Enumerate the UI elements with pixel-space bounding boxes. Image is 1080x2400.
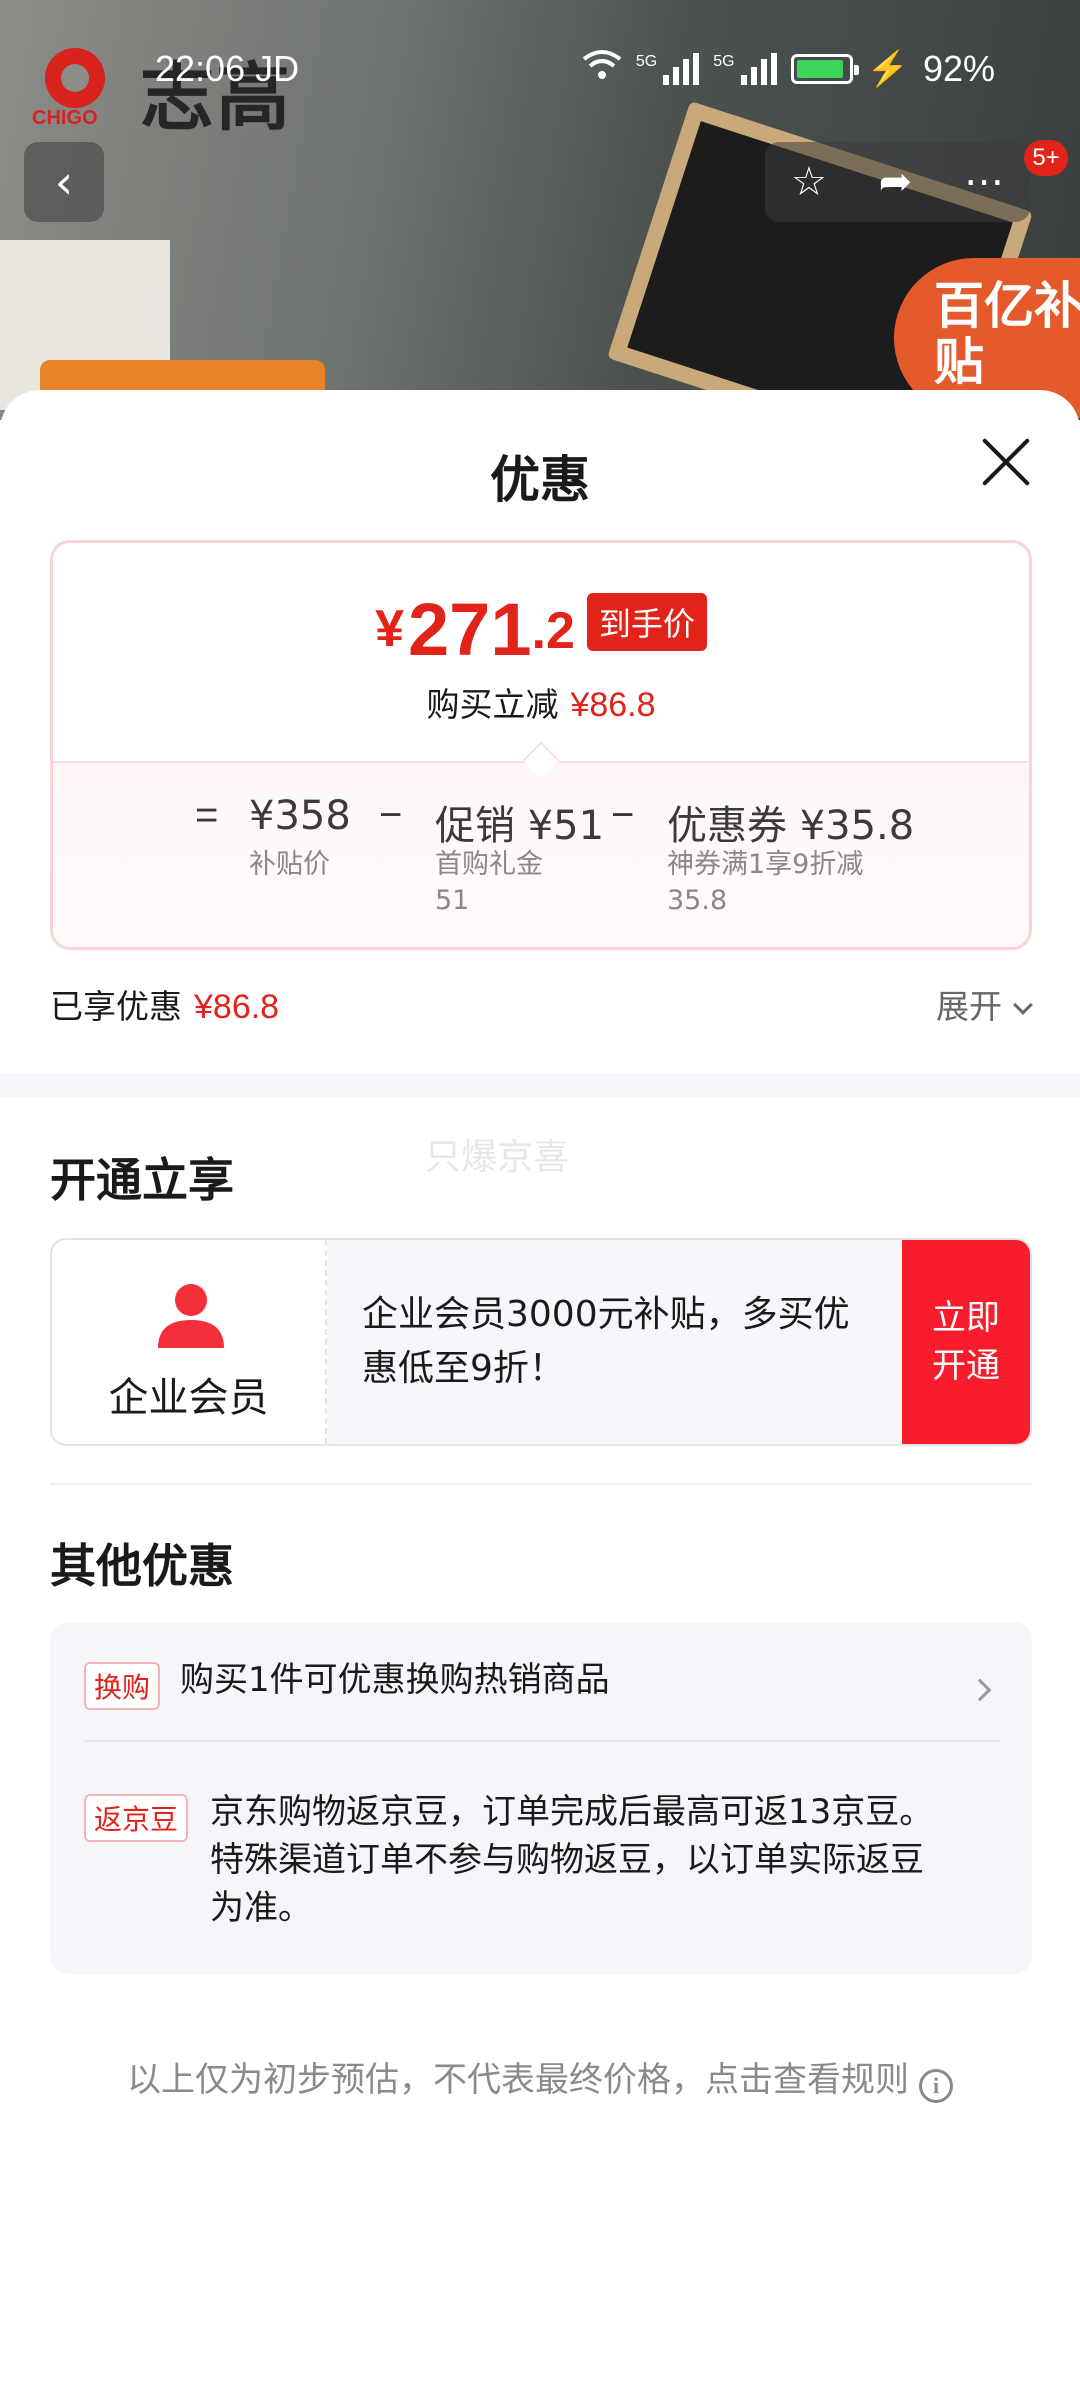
promo-value: 促销 ¥51: [435, 803, 605, 849]
list-item-jingdou: 返京豆 京东购物返京豆，订单完成后最高可返13京豆。特殊渠道订单不参与购物返豆，…: [50, 1742, 1032, 1972]
equals-sign: =: [195, 793, 219, 837]
more-icon[interactable]: ⋯: [964, 159, 1004, 205]
exchange-text: 购买1件可优惠换购热销商品: [180, 1660, 610, 1700]
exchange-badge: 换购: [84, 1662, 161, 1710]
back-button[interactable]: ‹: [24, 142, 104, 222]
wifi-icon: [582, 48, 622, 90]
other-discounts-list: 换购 购买1件可优惠换购热销商品 返京豆 京东购物返京豆，订单完成后最高可返13…: [50, 1622, 1032, 1974]
chevron-right-icon: [968, 1678, 992, 1702]
jingdou-badge: 返京豆: [84, 1794, 189, 1842]
minus-sign: −: [379, 793, 403, 837]
sheet-title: 优惠: [490, 451, 590, 509]
battery-icon: [790, 54, 859, 84]
top-actions: ☆ ➦ ⋯: [765, 142, 1030, 222]
discount-sheet: 优惠 ¥ 271 .2 到手价 购买立减 ¥86.8 = ¥358 补贴价 − 促…: [0, 390, 1080, 2400]
info-icon[interactable]: i: [919, 2069, 953, 2103]
battery-percent: 92%: [922, 48, 995, 89]
final-price-area: ¥ 271 .2 到手价 购买立减 ¥86.8: [53, 543, 1029, 761]
person-icon: [158, 1284, 224, 1348]
price-breakdown: = ¥358 补贴价 − 促销 ¥51 首购礼金 51 − 优惠券 ¥35.8 神…: [53, 761, 1029, 947]
share-icon[interactable]: ➦: [879, 159, 913, 205]
final-price-tag: 到手价: [586, 593, 707, 651]
expand-button[interactable]: 展开: [936, 980, 1033, 1028]
signal-1-icon: 5G: [636, 53, 700, 85]
chevron-down-icon: [1013, 995, 1033, 1015]
member-badge: 企业会员: [52, 1240, 327, 1444]
price-card: ¥ 271 .2 到手价 购买立减 ¥86.8 = ¥358 补贴价 − 促销 ¥…: [50, 540, 1032, 950]
final-price: ¥ 271 .2 到手价: [53, 593, 1029, 667]
instant-reduce: 购买立减 ¥86.8: [426, 685, 656, 724]
jingdou-text: 京东购物返京豆，订单完成后最高可返13京豆。特殊渠道订单不参与购物返豆，以订单实…: [210, 1792, 934, 1928]
open-section-title: 开通立享: [50, 1153, 234, 1207]
watermark: 只爆京喜: [425, 1137, 570, 1178]
cart-count-badge: 5+: [1024, 140, 1068, 176]
divider: [50, 1483, 1032, 1485]
section-divider: [0, 1074, 1080, 1098]
other-section-title: 其他优惠: [50, 1539, 234, 1593]
enterprise-member-card[interactable]: 企业会员 企业会员3000元补贴，多买优惠低至9折！ 立即 开通: [50, 1238, 1032, 1446]
coupon-value: 优惠券 ¥35.8: [667, 803, 915, 849]
promo-label: 首购礼金 51: [435, 849, 543, 916]
base-price-label: 补贴价: [249, 849, 330, 880]
enjoyed-discount: 已享优惠 ¥86.8: [50, 987, 280, 1026]
status-time: 22:06 JD: [155, 48, 300, 89]
status-indicators: 5G 5G ⚡ 92%: [582, 48, 995, 90]
list-item-exchange[interactable]: 换购 购买1件可优惠换购热销商品: [50, 1622, 1032, 1740]
favorite-star-icon[interactable]: ☆: [791, 159, 827, 205]
coupon-label: 神券满1享9折减 35.8: [667, 849, 864, 916]
base-price-value: ¥358: [249, 793, 351, 839]
charging-icon: ⚡: [866, 50, 909, 88]
open-now-button[interactable]: 立即 开通: [902, 1240, 1030, 1444]
member-label: 企业会员: [108, 1375, 269, 1421]
close-icon[interactable]: [976, 432, 1036, 492]
price-formula: = ¥358 补贴价 − 促销 ¥51 首购礼金 51 − 优惠券 ¥35.8 神…: [53, 793, 1029, 943]
status-bar: 22:06 JD 5G 5G ⚡ 92%: [0, 0, 1080, 140]
member-description: 企业会员3000元补贴，多买优惠低至9折！: [362, 1294, 850, 1389]
signal-2-icon: 5G: [713, 53, 777, 85]
minus-sign: −: [611, 793, 635, 837]
rules-note[interactable]: 以上仅为初步预估，不代表最终价格，点击查看规则 i: [0, 2052, 1080, 2103]
chevron-left-icon: ‹: [54, 155, 74, 209]
